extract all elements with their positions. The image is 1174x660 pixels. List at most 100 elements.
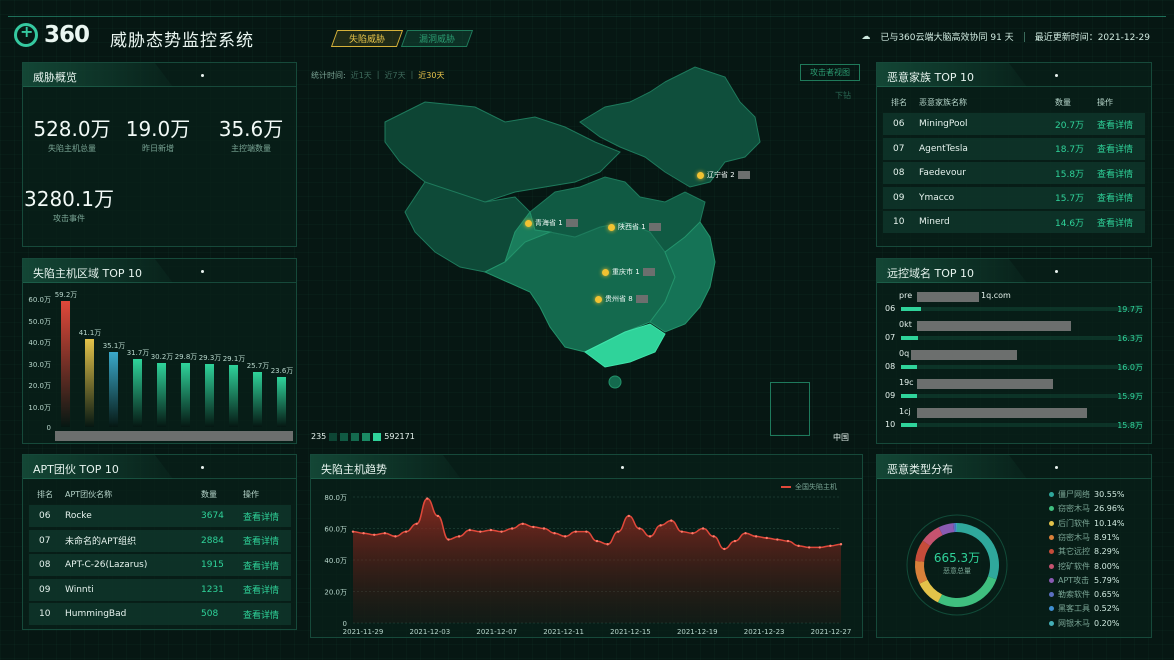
trend-point[interactable] (521, 522, 524, 525)
trend-point[interactable] (426, 497, 429, 500)
legend-percent: 10.14% (1094, 518, 1125, 528)
header: 360 威胁态势监控系统 失陷威胁 漏洞威胁 ☁ 已与360云端大脑高效协同 9… (0, 0, 1174, 56)
trend-point[interactable] (638, 527, 641, 530)
trend-point[interactable] (617, 530, 620, 533)
attacker-view-button[interactable]: 攻击者视图 (800, 64, 860, 81)
trend-point[interactable] (542, 527, 546, 530)
trend-point[interactable] (754, 535, 758, 538)
trend-point[interactable] (510, 527, 514, 530)
trend-point[interactable] (691, 532, 694, 535)
domain-bar-fill (901, 365, 918, 369)
trend-point[interactable] (744, 532, 747, 535)
trend-point[interactable] (585, 530, 588, 533)
trend-point[interactable] (765, 536, 768, 540)
trend-point[interactable] (479, 530, 482, 533)
map-point-guizhou[interactable]: 贵州省 8 (595, 294, 648, 304)
map-point-liaoning[interactable]: 辽宁省 2 (697, 170, 750, 180)
map-point-shaanxi[interactable]: 陕西省 1 (608, 222, 661, 232)
drilldown-button[interactable]: 下钻 (835, 90, 851, 101)
domain-redacted (917, 321, 1071, 331)
view-details-link[interactable]: 查看详情 (243, 583, 279, 596)
row-rank: 07 (39, 535, 51, 546)
trend-point[interactable] (532, 525, 535, 529)
trend-point[interactable] (712, 535, 715, 538)
trend-point[interactable] (383, 532, 387, 535)
trend-panel: 失陷主机趋势 全国失陷主机 80.0万 60.0万 40.0万 20.0万 0 2021-… (310, 454, 863, 638)
tab-compromised-threat[interactable]: 失陷威胁 (330, 30, 404, 47)
domain-rank: 10 (885, 420, 896, 429)
header-info: ☁ 已与360云端大脑高效协同 91 天 最近更新时间：2021-12-29 (861, 30, 1150, 43)
region-bar[interactable] (133, 359, 142, 427)
trend-point[interactable] (786, 539, 790, 543)
domain-value: 16.3万 (1117, 334, 1143, 343)
trend-point[interactable] (606, 543, 609, 546)
region-y-tick: 60.0万 (28, 296, 51, 304)
view-details-link[interactable]: 查看详情 (1097, 142, 1133, 155)
donut-slice[interactable] (919, 579, 943, 603)
trend-point[interactable] (627, 514, 631, 518)
trend-point[interactable] (797, 544, 800, 548)
trend-point[interactable] (648, 535, 652, 538)
donut-slice[interactable] (937, 576, 997, 607)
trend-point[interactable] (362, 532, 365, 535)
region-bar[interactable] (205, 364, 214, 427)
region-bar[interactable] (109, 352, 118, 427)
map-point-chongqing[interactable]: 重庆市 1 (602, 267, 655, 277)
trend-point[interactable] (818, 546, 821, 549)
trend-point[interactable] (447, 538, 450, 541)
region-bar[interactable] (253, 372, 262, 427)
trend-point[interactable] (500, 530, 503, 533)
china-map[interactable] (365, 62, 805, 392)
trend-point[interactable] (415, 522, 418, 525)
region-bar[interactable] (61, 300, 70, 427)
trend-point[interactable] (723, 547, 726, 551)
tab-vulnerability-threat[interactable]: 漏洞威胁 (400, 30, 474, 47)
trend-point[interactable] (595, 539, 599, 543)
trend-point[interactable] (404, 530, 408, 533)
view-details-link[interactable]: 查看详情 (1097, 191, 1133, 204)
row-count: 20.7万 (1055, 120, 1085, 131)
region-bar[interactable] (181, 363, 190, 427)
trend-point[interactable] (457, 535, 461, 538)
legend-item: 黑客工具 0.52% (1049, 603, 1119, 614)
header-line (8, 16, 1166, 17)
view-details-link[interactable]: 查看详情 (243, 559, 279, 572)
trend-point[interactable] (670, 519, 673, 522)
trend-point[interactable] (436, 514, 440, 518)
trend-point[interactable] (553, 532, 556, 535)
trend-point[interactable] (351, 530, 355, 533)
trend-point[interactable] (489, 528, 493, 532)
region-bar[interactable] (229, 364, 238, 427)
trend-point[interactable] (680, 530, 684, 533)
view-details-link[interactable]: 查看详情 (1097, 167, 1133, 180)
legend-percent: 0.20% (1094, 618, 1120, 628)
trend-point[interactable] (829, 544, 832, 548)
table-row: 09 Ymacco 15.7万 查看详情 (883, 186, 1145, 209)
view-details-link[interactable]: 查看详情 (1097, 118, 1133, 131)
view-details-link[interactable]: 查看详情 (243, 608, 279, 621)
region-bar[interactable] (85, 339, 94, 427)
trend-point[interactable] (659, 524, 662, 527)
cloud-icon: ☁ (861, 31, 871, 42)
overview-panel: 威胁概览 528.0万 失陷主机总量 19.0万 昨日新增 35.6万 主控端数… (22, 62, 297, 247)
trend-point[interactable] (394, 535, 397, 538)
trend-point[interactable] (574, 530, 577, 533)
region-bar[interactable] (157, 362, 166, 427)
trend-point[interactable] (373, 533, 376, 536)
top-tabs: 失陷威胁 漏洞威胁 (330, 30, 474, 47)
trend-point[interactable] (701, 527, 705, 530)
trend-point[interactable] (563, 535, 567, 538)
trend-point[interactable] (468, 528, 471, 532)
trend-point[interactable] (839, 543, 843, 546)
row-rank: 07 (893, 143, 905, 154)
row-rank: 10 (893, 217, 905, 227)
view-details-link[interactable]: 查看详情 (243, 534, 279, 547)
trend-point[interactable] (733, 539, 737, 543)
trend-point[interactable] (776, 538, 779, 541)
view-details-link[interactable]: 查看详情 (243, 510, 279, 523)
trend-point[interactable] (807, 546, 811, 549)
region-bar[interactable] (277, 376, 286, 427)
map-point-qinghai[interactable]: 青海省 1 (525, 218, 578, 228)
view-details-link[interactable]: 查看详情 (1097, 216, 1133, 229)
domain-value: 16.0万 (1117, 363, 1143, 372)
